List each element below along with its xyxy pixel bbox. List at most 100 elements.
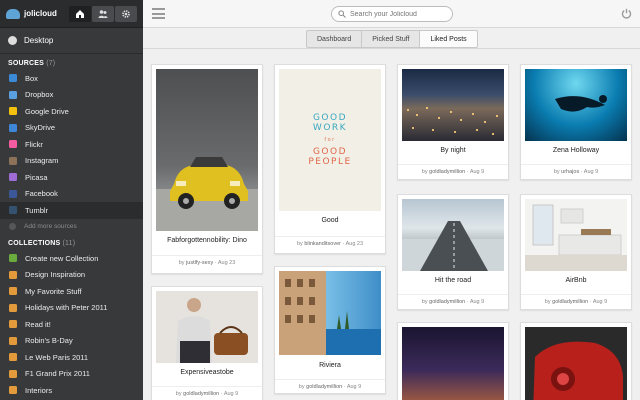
sidebar-item-collection[interactable]: My Favorite Stuff [0, 283, 143, 300]
settings-button[interactable] [115, 5, 137, 22]
post-meta: by urhajos · Aug 9 [521, 164, 631, 175]
sidebar-item-source[interactable]: Dropbox [0, 87, 143, 104]
sidebar-item-source[interactable]: SkyDrive [0, 120, 143, 137]
sidebar-item-desktop[interactable]: Desktop [0, 28, 143, 54]
sidebar-item-collection[interactable]: Robin's B-Day [0, 333, 143, 350]
post-meta: by goldladymillion · Aug 9 [521, 294, 631, 305]
menu-icon[interactable] [152, 8, 165, 19]
search-box[interactable] [331, 6, 453, 22]
sidebar-item-label: Robin's B-Day [25, 336, 73, 346]
sidebar: jolicloud Desktop SOURCES (7) Box Dropbox… [0, 0, 143, 400]
collection-icon [9, 353, 17, 362]
skydrive-icon [9, 123, 17, 132]
box-icon [9, 74, 17, 83]
tab-dashboard[interactable]: Dashboard [306, 30, 363, 48]
sidebar-item-collection[interactable]: Interiors [0, 382, 143, 399]
sidebar-item-label: Dropbox [25, 90, 54, 100]
sources-title: SOURCES [8, 60, 45, 67]
sidebar-item-collection[interactable]: Design Inspiration [0, 267, 143, 284]
collections-title: COLLECTIONS [8, 240, 61, 247]
post-image [525, 327, 627, 400]
sidebar-item-collection[interactable]: Le Web Paris 2011 [0, 349, 143, 366]
post-card[interactable] [520, 322, 632, 400]
tab-picked-stuff[interactable]: Picked Stuff [362, 30, 421, 48]
collection-icon [9, 369, 17, 378]
post-image [156, 291, 258, 363]
post-meta: by blinkanditsover · Aug 23 [275, 236, 385, 247]
sidebar-item-label: Picasa [25, 172, 48, 182]
sidebar-item-label: F1 Grand Prix 2011 [25, 369, 90, 379]
sidebar-item-source[interactable]: Tumblr [0, 202, 143, 219]
people-icon [98, 9, 108, 18]
post-meta: by goldladymillion · Aug 9 [275, 379, 385, 390]
home-button[interactable] [69, 5, 91, 22]
collections-list: Create new Collection Design Inspiration M… [0, 250, 143, 399]
collection-icon [9, 320, 17, 329]
desktop-icon [8, 36, 17, 45]
add-more-sources-link[interactable]: Add more sources [0, 219, 143, 236]
sidebar-item-collection[interactable]: Read it! [0, 316, 143, 333]
add-more-label: Add more sources [24, 223, 77, 231]
sidebar-item-label: Create new Collection [25, 253, 99, 263]
post-image [402, 199, 504, 271]
collection-icon [9, 386, 17, 395]
people-button[interactable] [92, 5, 114, 22]
collection-icon [9, 270, 17, 279]
post-card[interactable]: Expensiveastobe by goldladymillion · Aug… [151, 286, 263, 400]
sidebar-item-label: Facebook [25, 189, 58, 199]
sidebar-item-label: Read it! [25, 319, 51, 329]
post-meta: by justlfy-sexy · Aug 23 [152, 255, 262, 266]
add-collection-icon [9, 254, 17, 263]
sidebar-item-label: My Favorite Stuff [25, 286, 82, 296]
post-card[interactable]: Riviera by goldladymillion · Aug 9 [274, 266, 386, 394]
post-card[interactable]: GOOD WORK for GOOD PEOPLE Good by blinka… [274, 64, 386, 254]
search-input[interactable] [350, 10, 446, 18]
post-image [525, 199, 627, 271]
sidebar-item-label: Flickr [25, 139, 43, 149]
sidebar-item-source[interactable]: Google Drive [0, 103, 143, 120]
post-card[interactable]: Fabforgottennobility: Dino by justlfy-se… [151, 64, 263, 274]
post-card[interactable]: Zena Holloway by urhajos · Aug 9 [520, 64, 632, 180]
post-meta: by goldladymillion · Aug 9 [398, 294, 508, 305]
sources-list: Box Dropbox Google Drive SkyDrive Flickr Inst… [0, 70, 143, 219]
power-icon[interactable] [621, 8, 632, 19]
post-card[interactable] [397, 322, 509, 400]
jolicloud-logo-icon [6, 8, 20, 19]
picasa-icon [9, 173, 17, 182]
sidebar-item-source[interactable]: Flickr [0, 136, 143, 153]
post-title: Fabforgottennobility: Dino [167, 237, 247, 244]
sidebar-item-label: Interiors [25, 385, 53, 395]
sidebar-item-label: Tumblr [25, 205, 49, 215]
tabs: Dashboard Picked Stuff Liked Posts [306, 30, 478, 48]
plus-icon [9, 223, 16, 231]
collections-count: (11) [62, 240, 76, 247]
sidebar-item-label: Box [25, 73, 38, 83]
collection-icon [9, 303, 17, 312]
sidebar-item-collection[interactable]: Holidays with Peter 2011 [0, 300, 143, 317]
brand-bar: jolicloud [0, 0, 143, 28]
flickr-icon [9, 140, 17, 149]
sidebar-item-collection[interactable]: F1 Grand Prix 2011 [0, 366, 143, 383]
home-icon [76, 9, 84, 18]
post-title: Zena Holloway [552, 147, 600, 154]
post-card[interactable]: Hit the road by goldladymillion · Aug 9 [397, 194, 509, 310]
post-title: Hit the road [434, 277, 472, 284]
tab-liked-posts[interactable]: Liked Posts [420, 30, 478, 48]
sidebar-item-source[interactable]: Box [0, 70, 143, 87]
google-drive-icon [9, 107, 17, 116]
sidebar-item-source[interactable]: Facebook [0, 186, 143, 203]
post-image: GOOD WORK for GOOD PEOPLE [279, 69, 381, 211]
post-image [402, 69, 504, 141]
sidebar-item-label: Desktop [24, 36, 54, 45]
app-name: jolicloud [24, 9, 57, 18]
sidebar-item-label: SkyDrive [25, 123, 56, 133]
post-image [279, 271, 381, 355]
sources-heading: SOURCES (7) [0, 54, 143, 70]
create-collection-button[interactable]: Create new Collection [0, 250, 143, 267]
sidebar-item-source[interactable]: Picasa [0, 169, 143, 186]
sidebar-item-label: Holidays with Peter 2011 [25, 303, 108, 313]
post-card[interactable]: AirBnb by goldladymillion · Aug 9 [520, 194, 632, 310]
sidebar-item-source[interactable]: Instagram [0, 153, 143, 170]
post-card[interactable]: By night by goldladymillion · Aug 9 [397, 64, 509, 180]
sidebar-item-label: Le Web Paris 2011 [25, 352, 89, 362]
